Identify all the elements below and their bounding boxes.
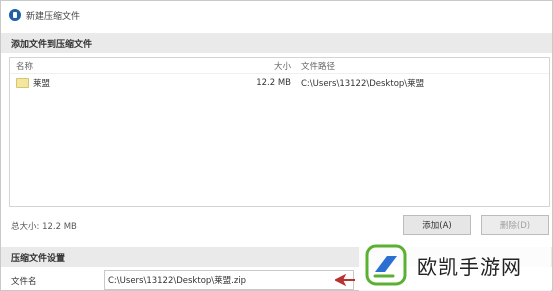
total-size: 总大小: 12.2 MB bbox=[11, 222, 77, 232]
watermark-text: 欧凯手游网 bbox=[417, 254, 522, 279]
file-name-cell: 莱盟 bbox=[10, 77, 210, 89]
new-archive-window: 新建压缩文件 添加文件到压缩文件 名称 大小 文件路径 莱盟 12.2 MB C… bbox=[0, 0, 553, 291]
column-header-path[interactable]: 文件路径 bbox=[299, 60, 549, 72]
filename-label: 文件名 bbox=[11, 277, 37, 287]
watermark-logo-icon bbox=[365, 244, 407, 286]
file-path: C:\Users\13122\Desktop\莱盟 bbox=[301, 79, 425, 89]
file-size: 12.2 MB bbox=[256, 78, 291, 88]
file-list-row[interactable]: 莱盟 12.2 MB C:\Users\13122\Desktop\莱盟 bbox=[10, 74, 549, 92]
file-name: 莱盟 bbox=[33, 79, 51, 89]
file-list-header: 名称 大小 文件路径 bbox=[10, 58, 549, 74]
title-bar: 新建压缩文件 bbox=[1, 1, 552, 29]
folder-icon bbox=[16, 78, 29, 88]
add-button[interactable]: 添加(A) bbox=[403, 215, 471, 235]
remove-button[interactable]: 删除(D) bbox=[481, 215, 549, 235]
column-header-name[interactable]: 名称 bbox=[10, 60, 210, 72]
column-header-size[interactable]: 大小 bbox=[210, 60, 299, 72]
add-files-section-header: 添加文件到压缩文件 bbox=[1, 33, 552, 53]
watermark: 欧凯手游网 bbox=[359, 239, 551, 291]
file-list[interactable]: 名称 大小 文件路径 莱盟 12.2 MB C:\Users\13122\Des… bbox=[9, 57, 550, 207]
app-icon bbox=[9, 9, 21, 21]
window-title: 新建压缩文件 bbox=[26, 11, 81, 22]
arrow-left-icon bbox=[335, 273, 355, 287]
filename-input[interactable]: C:\Users\13122\Desktop\莱盟.zip bbox=[104, 270, 354, 290]
